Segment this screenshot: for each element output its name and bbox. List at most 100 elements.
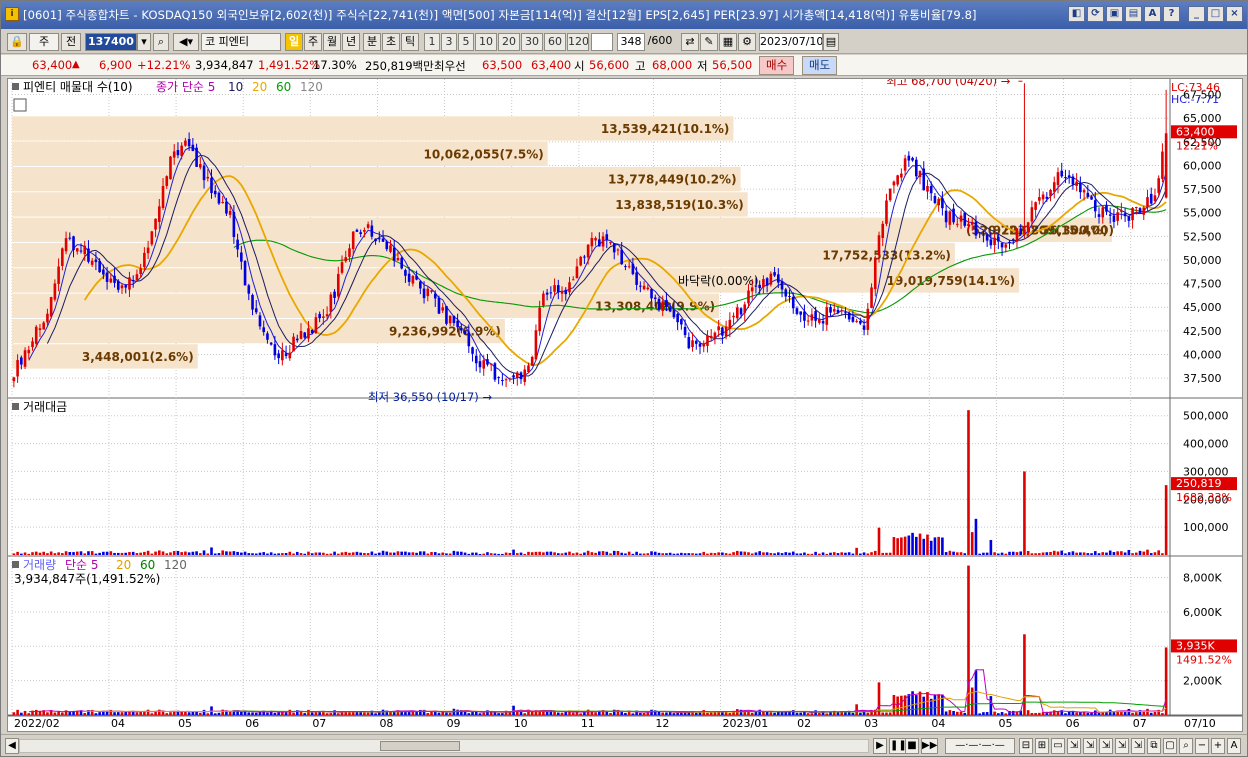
grid-view-icon[interactable]: ⊞ (1035, 738, 1049, 754)
x-tick-label: 10 (514, 717, 528, 730)
image-view-icon[interactable]: ▭ (1051, 738, 1065, 754)
trade-value-bar (366, 553, 370, 555)
y-tick-label: 52,500 (1183, 230, 1222, 243)
search-icon[interactable]: ⌕ (153, 33, 169, 51)
interval-year[interactable]: 년 (342, 33, 360, 51)
candle-body (445, 306, 448, 324)
prev-button[interactable]: 전 (61, 33, 81, 51)
help-icon[interactable]: ? (1163, 6, 1180, 22)
copy-icon[interactable]: ⧉ (1147, 738, 1161, 754)
candle-body (590, 237, 594, 247)
font-size-icon[interactable]: A (1144, 6, 1161, 22)
trade-value-bar (538, 551, 541, 555)
arrange-2-icon[interactable]: ⇲ (1083, 738, 1097, 754)
stock-chart[interactable]: 2022/02 04 05 06 07 08 09 10 11 12 2023/01 02 03 04 05… (8, 79, 1242, 731)
y-tick-label: 8,000K (1183, 572, 1222, 585)
candle-body (575, 266, 579, 279)
sell-button[interactable]: 매도 (802, 56, 838, 75)
panel-handle-icon (12, 561, 19, 568)
volume-bar (933, 694, 937, 715)
candle-body (780, 281, 784, 290)
candle-body (624, 266, 627, 268)
minute-option[interactable]: 30 (521, 33, 543, 51)
candle-body (87, 248, 90, 262)
refresh-icon[interactable]: ⟳ (1087, 6, 1104, 22)
candle-body (172, 151, 176, 158)
tool-icon[interactable]: ✎ (700, 33, 718, 51)
minute-option[interactable]: 120 (567, 33, 589, 51)
zoom-search-icon[interactable]: ⌕ (1179, 738, 1193, 754)
candle-body (83, 245, 87, 255)
trade-value-bar (1019, 551, 1023, 555)
interval-day[interactable]: 일 (285, 33, 303, 51)
minute-option[interactable]: 5 (458, 33, 474, 51)
minute-option[interactable]: 1 (424, 33, 440, 51)
trade-value-bar (131, 551, 135, 555)
custom-interval-input[interactable] (591, 33, 613, 51)
arrange-3-icon[interactable]: ⇲ (1099, 738, 1113, 754)
arrange-1-icon[interactable]: ⇲ (1067, 738, 1081, 754)
fast-forward-icon[interactable]: ▶▶ (921, 738, 939, 754)
scroll-thumb[interactable] (380, 741, 460, 751)
cross-icon[interactable]: ⇄ (681, 33, 699, 51)
candle-body (504, 379, 508, 381)
candle-body (515, 372, 519, 378)
minimize-button[interactable]: _ (1188, 6, 1205, 22)
scroll-left-icon[interactable]: ◀ (5, 738, 19, 754)
code-dropdown-icon[interactable]: ▾ (137, 33, 151, 51)
zoom-in-icon[interactable]: + (1211, 738, 1225, 754)
stock-name-field[interactable]: 코 피엔티 (201, 33, 281, 51)
stop-icon[interactable]: ■ (905, 738, 919, 754)
interval-minute[interactable]: 분 (363, 33, 381, 51)
volume-bar (53, 712, 57, 715)
layout-icon[interactable]: ▣ (1106, 6, 1123, 22)
play-icon[interactable]: ▶ (873, 738, 887, 754)
settings-icon[interactable]: ⚙ (738, 33, 756, 51)
zoom-out-icon[interactable]: − (1195, 738, 1209, 754)
candle-body (31, 341, 34, 348)
chart-scrollbar[interactable] (19, 739, 869, 753)
count-input[interactable]: 348 (617, 33, 645, 51)
trade-value-bar (598, 551, 601, 555)
panel-icon[interactable]: ▤ (1125, 6, 1142, 22)
candle-body (1015, 228, 1019, 242)
candle-body (113, 275, 116, 283)
trade-value-bar (415, 552, 418, 555)
arrange-4-icon[interactable]: ⇲ (1115, 738, 1129, 754)
maximize-button[interactable]: □ (1207, 6, 1224, 22)
candle-body (243, 261, 247, 286)
minute-option[interactable]: 20 (498, 33, 520, 51)
arrange-5-icon[interactable]: ⇲ (1131, 738, 1145, 754)
window-icon[interactable]: ▢ (1163, 738, 1177, 754)
period-type-select[interactable]: 주 (29, 33, 59, 51)
split-view-icon[interactable]: ⊟ (1019, 738, 1033, 754)
trade-value-bar (791, 551, 795, 555)
minute-option[interactable]: 3 (441, 33, 457, 51)
interval-month[interactable]: 월 (323, 33, 341, 51)
trade-value-bar (489, 553, 493, 555)
speaker-icon[interactable]: ◀▾ (173, 33, 199, 51)
buy-button[interactable]: 매수 (759, 56, 795, 75)
date-input[interactable]: 2023/07/10 (759, 33, 823, 51)
x-tick-label: 03 (864, 717, 878, 730)
chart-area[interactable]: 2022/02 04 05 06 07 08 09 10 11 12 2023/01 02 03 04 05… (7, 78, 1243, 732)
link-window-icon[interactable]: ◧ (1068, 6, 1085, 22)
candle-body (1079, 183, 1082, 193)
interval-tick[interactable]: 틱 (401, 33, 419, 51)
trade-value-bar (907, 535, 911, 555)
font-icon[interactable]: A (1227, 738, 1241, 754)
lock-icon[interactable]: 🔒 (7, 33, 27, 51)
trade-value-bar (210, 547, 213, 555)
close-button[interactable]: × (1226, 6, 1243, 22)
stock-code-input[interactable]: 137400 (85, 33, 137, 51)
trade-value-bar (1161, 553, 1164, 555)
save-icon[interactable]: ▦ (719, 33, 737, 51)
calendar-icon[interactable]: ▤ (823, 33, 839, 51)
candle-body (102, 269, 105, 275)
minute-option[interactable]: 10 (475, 33, 497, 51)
interval-week[interactable]: 주 (304, 33, 322, 51)
interval-second[interactable]: 초 (382, 33, 400, 51)
zoom-slider[interactable]: —·—·—·— (945, 738, 1015, 754)
minute-option[interactable]: 60 (544, 33, 566, 51)
candle-body (985, 234, 989, 241)
